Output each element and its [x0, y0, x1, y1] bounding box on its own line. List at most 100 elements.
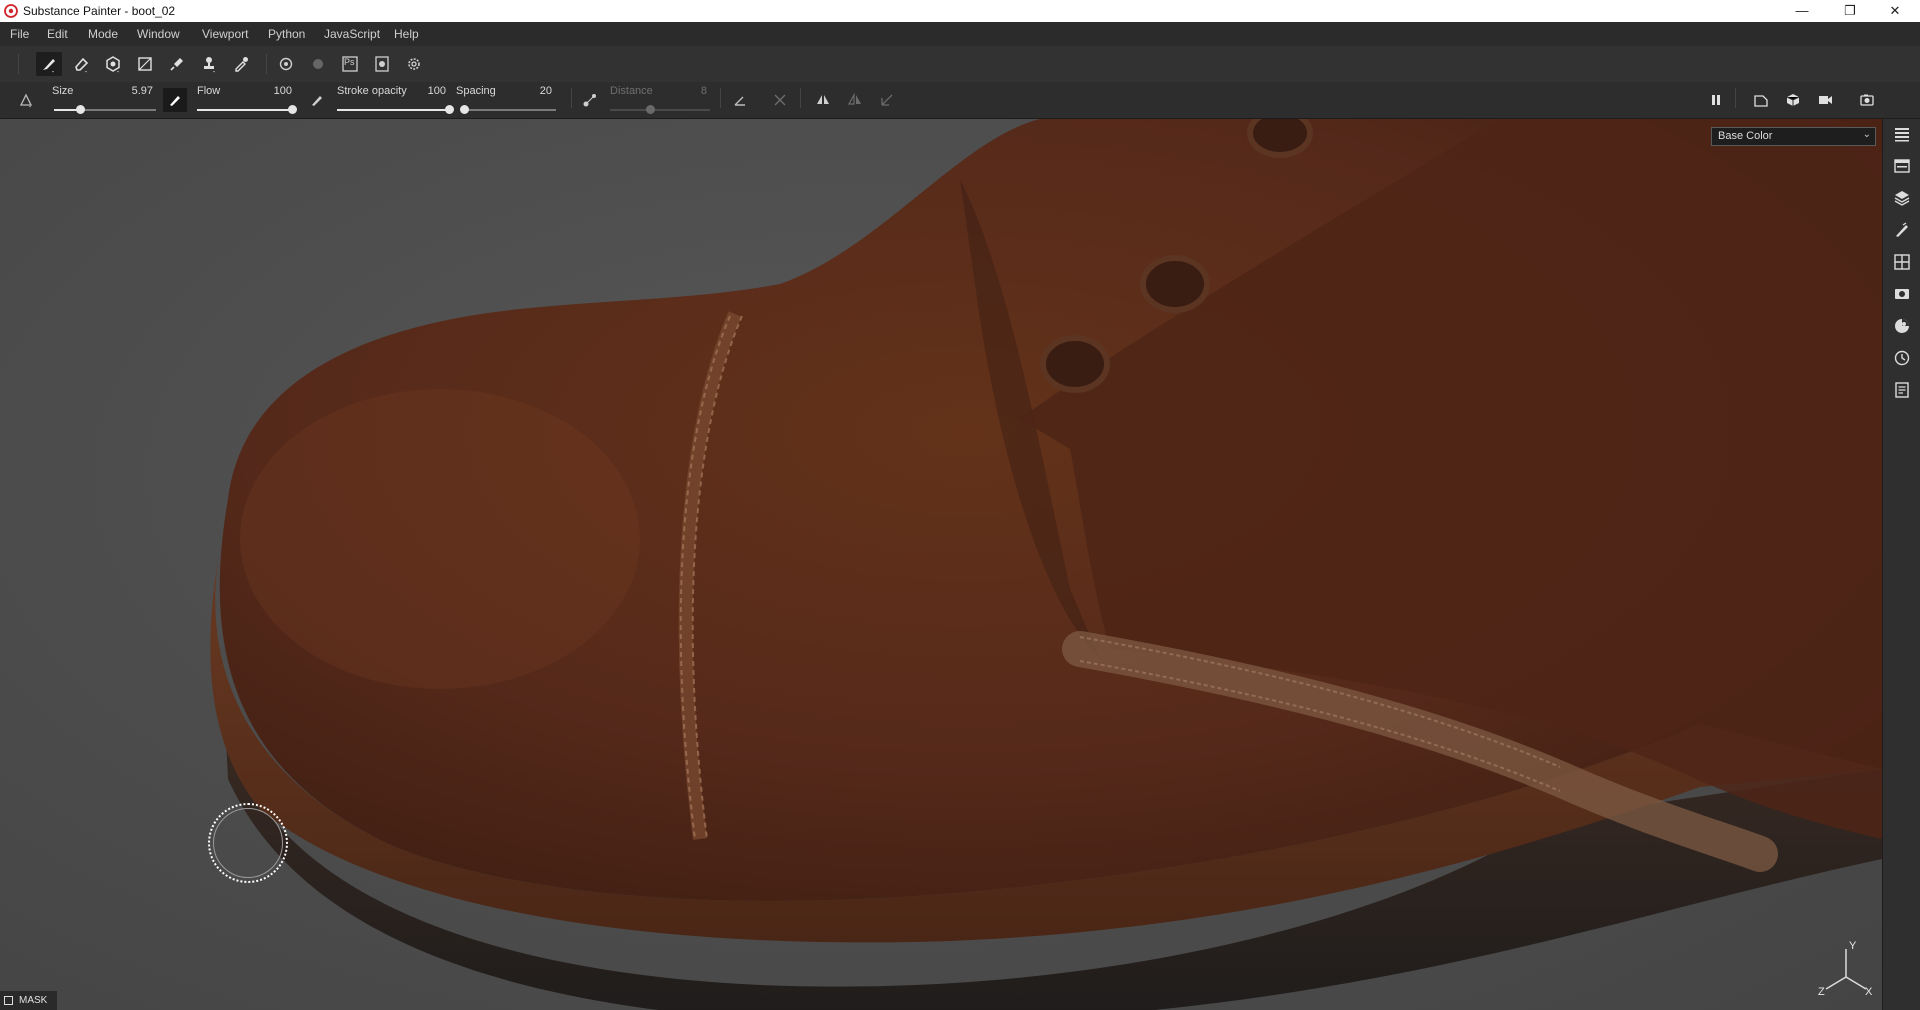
propbar-separator [800, 88, 801, 108]
color-picker-icon [235, 57, 248, 72]
camera-video-icon [1819, 96, 1832, 104]
spacing-slider[interactable] [462, 109, 556, 111]
dock-shader-settings-button[interactable] [1892, 316, 1912, 336]
pause-render-button[interactable] [1704, 88, 1728, 112]
menu-mode[interactable]: Mode [88, 27, 118, 41]
export-textures-icon [375, 56, 389, 72]
distance-slider-handle[interactable] [646, 105, 655, 114]
symmetry-button[interactable] [811, 88, 835, 112]
disabled-tool-button[interactable] [305, 52, 331, 76]
stroke-opacity-slider-fill [337, 109, 449, 111]
2d-3d-view-button[interactable] [1749, 88, 1773, 112]
3d-viewport[interactable]: Base Color ⌄ Y X Z [0, 119, 1882, 1010]
dock-display-settings-button[interactable] [1892, 284, 1912, 304]
menu-file[interactable]: File [10, 27, 29, 41]
flow-value[interactable]: 100 [252, 85, 292, 97]
stroke-opacity-value[interactable]: 100 [406, 85, 446, 97]
eraser-icon [75, 57, 89, 73]
settings-button[interactable] [401, 52, 427, 76]
alignment-icon [881, 94, 893, 106]
texture-set-list-icon [1894, 159, 1910, 173]
projection-icon [106, 56, 120, 73]
menu-edit[interactable]: Edit [47, 27, 68, 41]
mask-indicator[interactable]: MASK [0, 991, 58, 1010]
size-pressure-button[interactable] [163, 88, 187, 112]
flow-pressure-button[interactable] [305, 88, 329, 112]
propbar-separator [571, 88, 572, 108]
dock-texture-set-list-button[interactable] [1892, 156, 1912, 176]
menu-javascript[interactable]: JavaScript [324, 27, 380, 41]
substance-painter-logo-icon [4, 4, 18, 18]
dock-log-button[interactable] [1892, 380, 1912, 400]
smudge-icon [170, 58, 183, 71]
size-slider-handle[interactable] [75, 105, 85, 114]
flow-slider-handle[interactable] [288, 105, 297, 114]
lazy-mouse-icon [583, 94, 596, 107]
brush-properties-bar: Size 5.97 Flow 100 Stroke opacity 100 Sp… [0, 82, 1920, 119]
title-bar: Substance Painter - boot_02 — ❐ ✕ [0, 0, 1920, 22]
brush-preset-button[interactable] [14, 88, 38, 112]
size-label: Size [52, 85, 74, 97]
bake-button[interactable] [273, 52, 299, 76]
symmetry-mode-icon [847, 92, 861, 105]
distance-slider[interactable] [610, 109, 710, 111]
stroke-opacity-slider-handle[interactable] [445, 105, 454, 114]
line-mode-button[interactable] [728, 88, 752, 112]
screenshot-camera-icon [1860, 94, 1874, 106]
clone-tool[interactable] [196, 52, 222, 76]
tool-bar: Ps [0, 46, 1920, 83]
dock-layers-button[interactable] [1892, 124, 1912, 144]
log-icon [1895, 382, 1909, 398]
boot-model[interactable] [0, 119, 1882, 1010]
restore-button[interactable]: ❐ [1828, 0, 1872, 22]
history-icon [1894, 350, 1910, 366]
eyelet [1140, 255, 1210, 313]
follow-path-button[interactable] [768, 88, 792, 112]
object-view-button[interactable] [1781, 88, 1805, 112]
cube-icon [1786, 94, 1800, 106]
projection-tool[interactable] [100, 52, 126, 76]
gizmo-y-label: Y [1849, 940, 1857, 952]
channel-dropdown[interactable]: Base Color ⌄ [1711, 127, 1876, 146]
smudge-tool[interactable] [164, 52, 190, 76]
alignment-button[interactable] [875, 88, 899, 112]
dock-layer-stack-button[interactable] [1892, 188, 1912, 208]
menu-help[interactable]: Help [394, 27, 419, 41]
menu-python[interactable]: Python [268, 27, 305, 41]
toe-highlight [240, 389, 640, 689]
size-value[interactable]: 5.97 [113, 85, 153, 97]
distance-value[interactable]: 8 [667, 85, 707, 97]
pen-pressure-icon [312, 96, 322, 106]
minimize-button[interactable]: — [1780, 0, 1824, 22]
dock-history-button[interactable] [1892, 348, 1912, 368]
flow-label: Flow [197, 85, 221, 97]
camera-button[interactable] [1813, 88, 1837, 112]
propbar-separator [720, 88, 721, 108]
stroke-opacity-label: Stroke opacity [337, 85, 407, 97]
follow-path-icon [774, 94, 786, 106]
spacing-value[interactable]: 20 [512, 85, 552, 97]
spacing-slider-handle[interactable] [459, 105, 469, 114]
brush-cursor [208, 803, 288, 883]
close-button[interactable]: ✕ [1873, 0, 1917, 22]
chevron-down-icon: ⌄ [1862, 129, 1871, 140]
photoshop-export-button[interactable]: Ps [337, 52, 363, 76]
export-textures-button[interactable] [369, 52, 395, 76]
paint-brush-tool[interactable] [36, 52, 62, 76]
polygon-fill-tool[interactable] [132, 52, 158, 76]
menu-window[interactable]: Window [137, 27, 180, 41]
color-picker-tool[interactable] [228, 52, 254, 76]
axis-gizmo: Y X Z [1818, 940, 1873, 997]
display-settings-icon [1895, 289, 1909, 299]
screenshot-button[interactable] [1855, 88, 1879, 112]
dock-texture-set-settings-button[interactable] [1892, 252, 1912, 272]
layers-icon [1895, 128, 1909, 142]
lazy-mouse-button[interactable] [578, 88, 602, 112]
menu-bar: File Edit Mode Window Viewport Python Ja… [0, 22, 1920, 46]
menu-viewport[interactable]: Viewport [202, 27, 248, 41]
eraser-tool[interactable] [68, 52, 94, 76]
symmetry-mode-button[interactable] [843, 88, 867, 112]
mask-icon [4, 996, 13, 1005]
unknown-icon [313, 59, 323, 69]
dock-properties-button[interactable] [1892, 220, 1912, 240]
